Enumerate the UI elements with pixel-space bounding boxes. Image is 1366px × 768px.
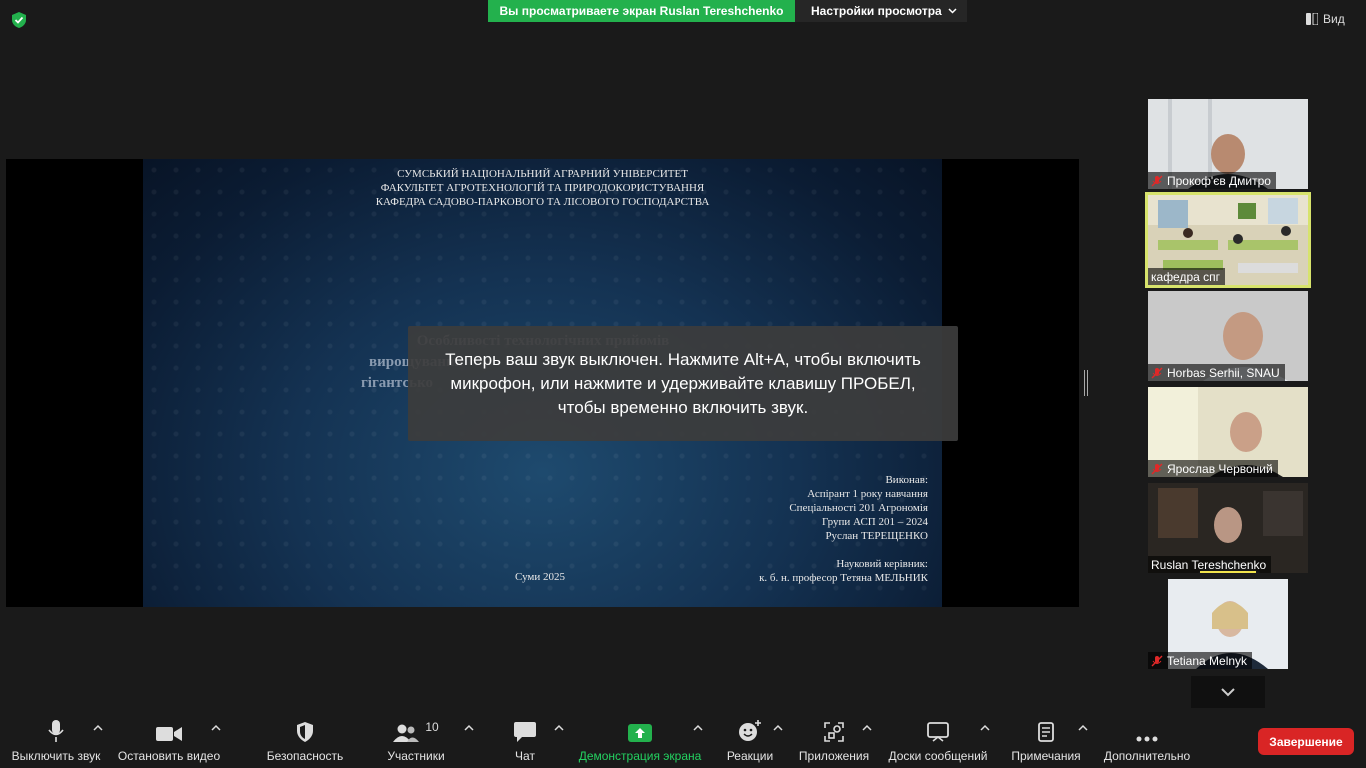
more-label: Дополнительно <box>1103 749 1191 763</box>
slide-header-line: ФАКУЛЬТЕТ АГРОТЕХНОЛОГІЙ ТА ПРИРОДОКОРИС… <box>380 182 705 194</box>
chat-button[interactable]: Чат <box>500 712 550 768</box>
smiley-add-icon <box>739 720 761 741</box>
participant-name: Ruslan Tereshchenko <box>1151 557 1267 572</box>
participant-name-bar: Tetiana Melnyk <box>1148 652 1253 669</box>
reactions-label: Реакции <box>726 749 774 763</box>
audio-options-caret-icon[interactable] <box>93 724 103 732</box>
reactions-button[interactable]: Реакции <box>718 712 782 768</box>
author-line: Виконав: <box>885 474 928 486</box>
notes-options-caret-icon[interactable] <box>1078 724 1088 732</box>
share-screen-label: Демонстрация экрана <box>578 749 702 763</box>
speaking-indicator <box>1200 571 1256 573</box>
muted-mic-icon <box>1151 367 1163 378</box>
mute-audio-button[interactable]: Выключить звук <box>8 712 104 768</box>
apps-icon <box>824 722 844 742</box>
participant-tile[interactable]: Ruslan Tereshchenko <box>1148 483 1308 573</box>
slide-header: СУМСЬКИЙ НАЦІОНАЛЬНИЙ АГРАРНИЙ УНІВЕРСИТ… <box>143 167 942 209</box>
apps-options-caret-icon[interactable] <box>862 724 872 732</box>
video-options-caret-icon[interactable] <box>211 724 221 732</box>
author-line: Спеціальності 201 Агрономія <box>789 502 928 514</box>
microphone-icon <box>48 720 64 742</box>
whiteboard-icon <box>927 722 949 742</box>
participants-label: Участники <box>387 749 445 763</box>
security-shield-icon <box>297 722 313 742</box>
share-status-text: Вы просматриваете экран Ruslan Tereshche… <box>488 0 795 22</box>
more-dots-icon <box>1136 736 1158 742</box>
apps-button[interactable]: Приложения <box>796 712 872 768</box>
participant-name: Tetiana Melnyk <box>1167 653 1248 668</box>
view-settings-dropdown[interactable]: Настройки просмотра <box>795 0 967 22</box>
participant-tile[interactable]: Ярослав Червоний <box>1148 387 1308 477</box>
video-camera-icon <box>156 727 182 741</box>
slide-author-block: Виконав: Аспірант 1 року навчання Спеціа… <box>759 473 928 585</box>
participants-button[interactable]: 10 Участники <box>380 712 452 768</box>
whiteboards-label: Доски сообщений <box>888 749 988 763</box>
author-line: Науковий керівник: <box>836 558 928 570</box>
slide-header-line: КАФЕДРА САДОВО-ПАРКОВОГО ТА ЛІСОВОГО ГОС… <box>375 196 710 208</box>
muted-mic-icon <box>1151 175 1163 186</box>
notes-label: Примечания <box>1011 749 1081 763</box>
author-line: Групи АСП 201 – 2024 <box>822 516 928 528</box>
whiteboards-button[interactable]: Доски сообщений <box>884 712 992 768</box>
end-meeting-button[interactable]: Завершение <box>1258 728 1354 755</box>
author-spacer <box>759 543 928 557</box>
participant-tile[interactable]: Tetiana Melnyk <box>1148 579 1308 669</box>
more-button[interactable]: Дополнительно <box>1100 712 1194 768</box>
participants-options-caret-icon[interactable] <box>464 724 474 732</box>
view-button[interactable]: Вид <box>1306 8 1358 30</box>
notes-icon <box>1038 722 1054 742</box>
chevron-down-icon <box>1221 688 1235 697</box>
reactions-options-caret-icon[interactable] <box>773 724 783 732</box>
participants-scroll-down-button[interactable] <box>1191 676 1265 708</box>
whiteboards-options-caret-icon[interactable] <box>980 724 990 732</box>
view-label: Вид <box>1323 12 1345 26</box>
screen-share-banner: Вы просматриваете экран Ruslan Tereshche… <box>488 0 967 22</box>
author-line: к. б. н. професор Тетяна МЕЛЬНИК <box>759 572 928 584</box>
muted-mic-icon <box>1151 655 1163 666</box>
mute-audio-label: Выключить звук <box>11 749 101 763</box>
participant-name-bar: Прокоф'єв Дмитро <box>1148 172 1276 189</box>
slide-city-year: Суми 2025 <box>515 571 566 583</box>
participant-name-bar: Horbas Serhii, SNAU <box>1148 364 1285 381</box>
view-settings-label: Настройки просмотра <box>811 4 942 18</box>
chat-label: Чат <box>515 749 535 763</box>
slide-header-line: СУМСЬКИЙ НАЦІОНАЛЬНИЙ АГРАРНИЙ УНІВЕРСИТ… <box>397 168 688 180</box>
participant-name: Horbas Serhii, SNAU <box>1167 365 1280 380</box>
split-resize-handle[interactable] <box>1084 370 1088 396</box>
grid-view-icon <box>1306 13 1318 25</box>
meeting-toolbar: Выключить звук Остановить видео Безопасн… <box>0 712 1366 768</box>
participants-icon <box>393 724 420 742</box>
security-label: Безопасность <box>266 749 344 763</box>
author-line: Аспірант 1 року навчання <box>807 488 928 500</box>
share-screen-arrow-icon <box>628 724 652 742</box>
participant-name: Ярослав Червоний <box>1167 461 1273 476</box>
notes-button[interactable]: Примечания <box>1004 712 1088 768</box>
share-options-caret-icon[interactable] <box>693 724 703 732</box>
participant-name-bar: кафедра спг <box>1148 268 1226 285</box>
participant-tile-active[interactable]: кафедра спг <box>1145 192 1311 288</box>
stop-video-button[interactable]: Остановить видео <box>114 712 224 768</box>
stop-video-label: Остановить видео <box>117 749 221 763</box>
share-screen-button[interactable]: Демонстрация экрана <box>574 712 706 768</box>
participants-count-badge: 10 <box>425 720 439 734</box>
encryption-shield-icon[interactable] <box>10 11 28 29</box>
apps-label: Приложения <box>798 749 870 763</box>
security-button[interactable]: Безопасность <box>256 712 354 768</box>
participant-name: Прокоф'єв Дмитро <box>1167 173 1271 188</box>
participant-name-bar: Ярослав Червоний <box>1148 460 1278 477</box>
author-line: Руслан ТЕРЕЩЕНКО <box>825 530 928 542</box>
participant-name: кафедра спг <box>1151 269 1221 284</box>
chat-bubble-icon <box>514 722 536 742</box>
participant-tile[interactable]: Прокоф'єв Дмитро <box>1148 99 1308 189</box>
participant-tile[interactable]: Horbas Serhii, SNAU <box>1148 291 1308 381</box>
muted-mic-icon <box>1151 463 1163 474</box>
chat-options-caret-icon[interactable] <box>554 724 564 732</box>
chevron-down-icon <box>948 8 957 14</box>
mute-notification: Теперь ваш звук выключен. Нажмите Alt+A,… <box>408 326 958 441</box>
